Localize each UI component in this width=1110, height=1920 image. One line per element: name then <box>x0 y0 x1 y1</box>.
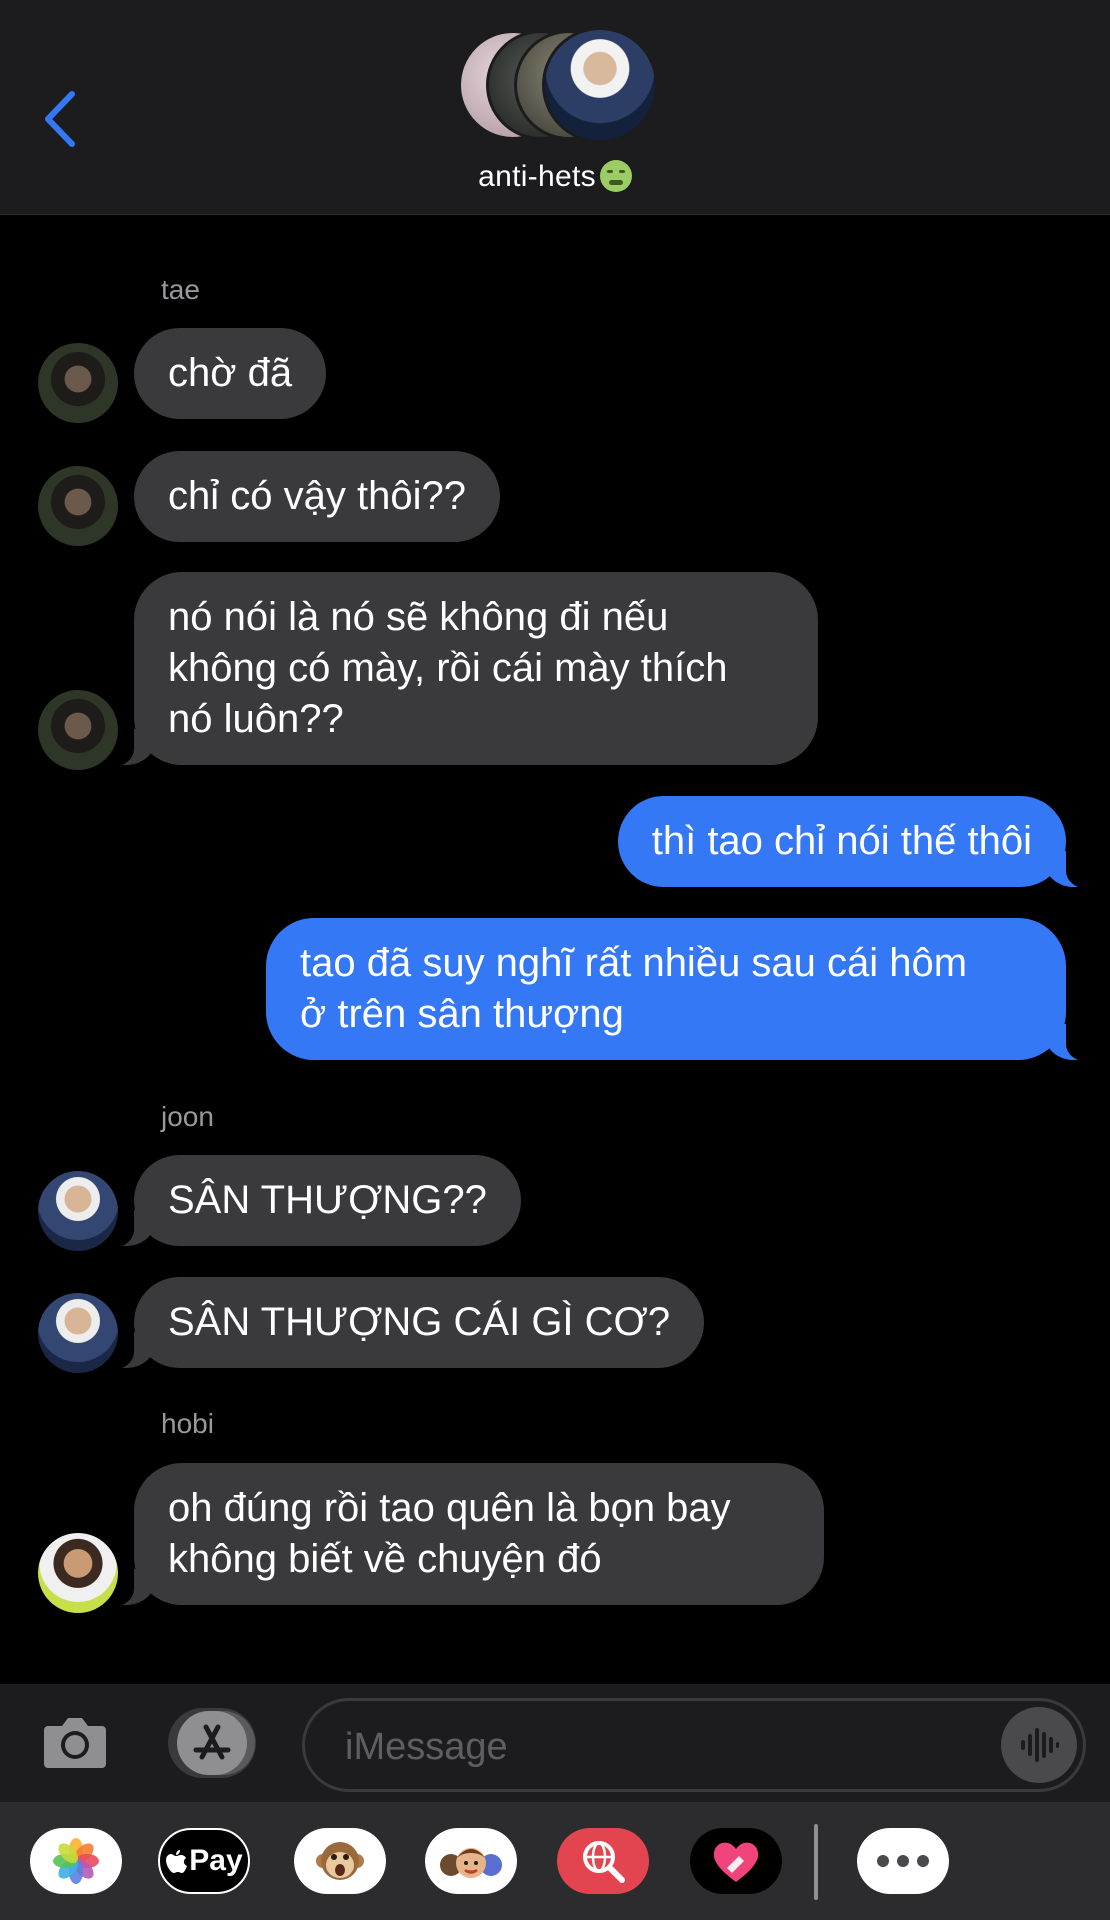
avatar[interactable] <box>38 690 118 770</box>
digital-touch-app-button[interactable] <box>690 1828 782 1894</box>
drawer-divider <box>814 1824 818 1900</box>
incoming-bubble[interactable]: SÂN THƯỢNG CÁI GÌ CƠ? <box>103 1277 705 1370</box>
animoji-app-button[interactable] <box>294 1828 386 1894</box>
photos-app-button[interactable] <box>30 1828 122 1894</box>
web-search-app-button[interactable] <box>557 1828 649 1894</box>
incoming-bubble[interactable]: SÂN THƯỢNG?? <box>104 1155 521 1248</box>
sender-name: joon <box>161 1101 214 1132</box>
avatar[interactable] <box>38 1533 118 1613</box>
heart-touch-icon <box>713 1842 759 1882</box>
apple-logo-icon <box>166 1850 188 1873</box>
memoji-icon <box>440 1848 502 1878</box>
outgoing-bubble[interactable]: tao đã suy nghĩ rất nhiều sau cái hôm ở … <box>266 918 1096 1062</box>
memoji-app-button[interactable] <box>425 1828 517 1894</box>
chevron-left-icon <box>45 91 75 147</box>
camera-button[interactable] <box>42 1712 108 1772</box>
member-avatar <box>542 27 658 143</box>
apple-pay-label: Pay <box>189 1844 243 1877</box>
compose-bar <box>0 1684 1110 1802</box>
imessage-app-drawer: Pay <box>0 1802 1110 1920</box>
app-store-icon <box>177 1711 247 1775</box>
incoming-bubble[interactable]: chỉ có vậy thôi?? <box>134 451 500 542</box>
message-input[interactable] <box>343 1719 987 1775</box>
more-apps-button[interactable] <box>857 1828 949 1894</box>
back-button[interactable] <box>40 84 84 154</box>
incoming-bubble[interactable]: nó nói là nó sẽ không đi nếu không có mà… <box>104 572 818 767</box>
app-store-button[interactable] <box>168 1708 256 1778</box>
waveform-icon <box>1021 1728 1059 1762</box>
globe-search-icon <box>583 1841 625 1883</box>
avatar[interactable] <box>38 1293 118 1373</box>
camera-icon <box>44 1718 106 1768</box>
message-thread: tae chờ đã chỉ có vậy thôi?? nó nói là n… <box>0 215 1110 1683</box>
group-name-label: anti-hets <box>478 160 596 193</box>
sender-name: tae <box>161 274 200 305</box>
incoming-bubble[interactable]: oh đúng rồi tao quên là bọn bay không bi… <box>104 1463 824 1607</box>
more-icon <box>877 1855 929 1867</box>
photos-icon <box>53 1838 99 1884</box>
group-avatar-stack[interactable] <box>458 27 658 146</box>
message-field[interactable] <box>302 1698 1086 1792</box>
sender-name: hobi <box>161 1408 214 1439</box>
audio-message-button[interactable] <box>1001 1707 1077 1783</box>
apple-pay-button[interactable]: Pay <box>158 1828 250 1894</box>
monkey-animoji-icon <box>316 1842 364 1880</box>
avatar[interactable] <box>38 1171 118 1251</box>
group-name[interactable]: anti-hets <box>0 160 1110 194</box>
avatar[interactable] <box>38 466 118 546</box>
outgoing-bubble[interactable]: thì tao chỉ nói thế thôi <box>617 796 1097 889</box>
incoming-bubble[interactable]: chờ đã <box>134 328 327 419</box>
avatar[interactable] <box>38 343 118 423</box>
nauseated-face-icon <box>599 160 632 192</box>
conversation-header: anti-hets <box>0 0 1110 215</box>
